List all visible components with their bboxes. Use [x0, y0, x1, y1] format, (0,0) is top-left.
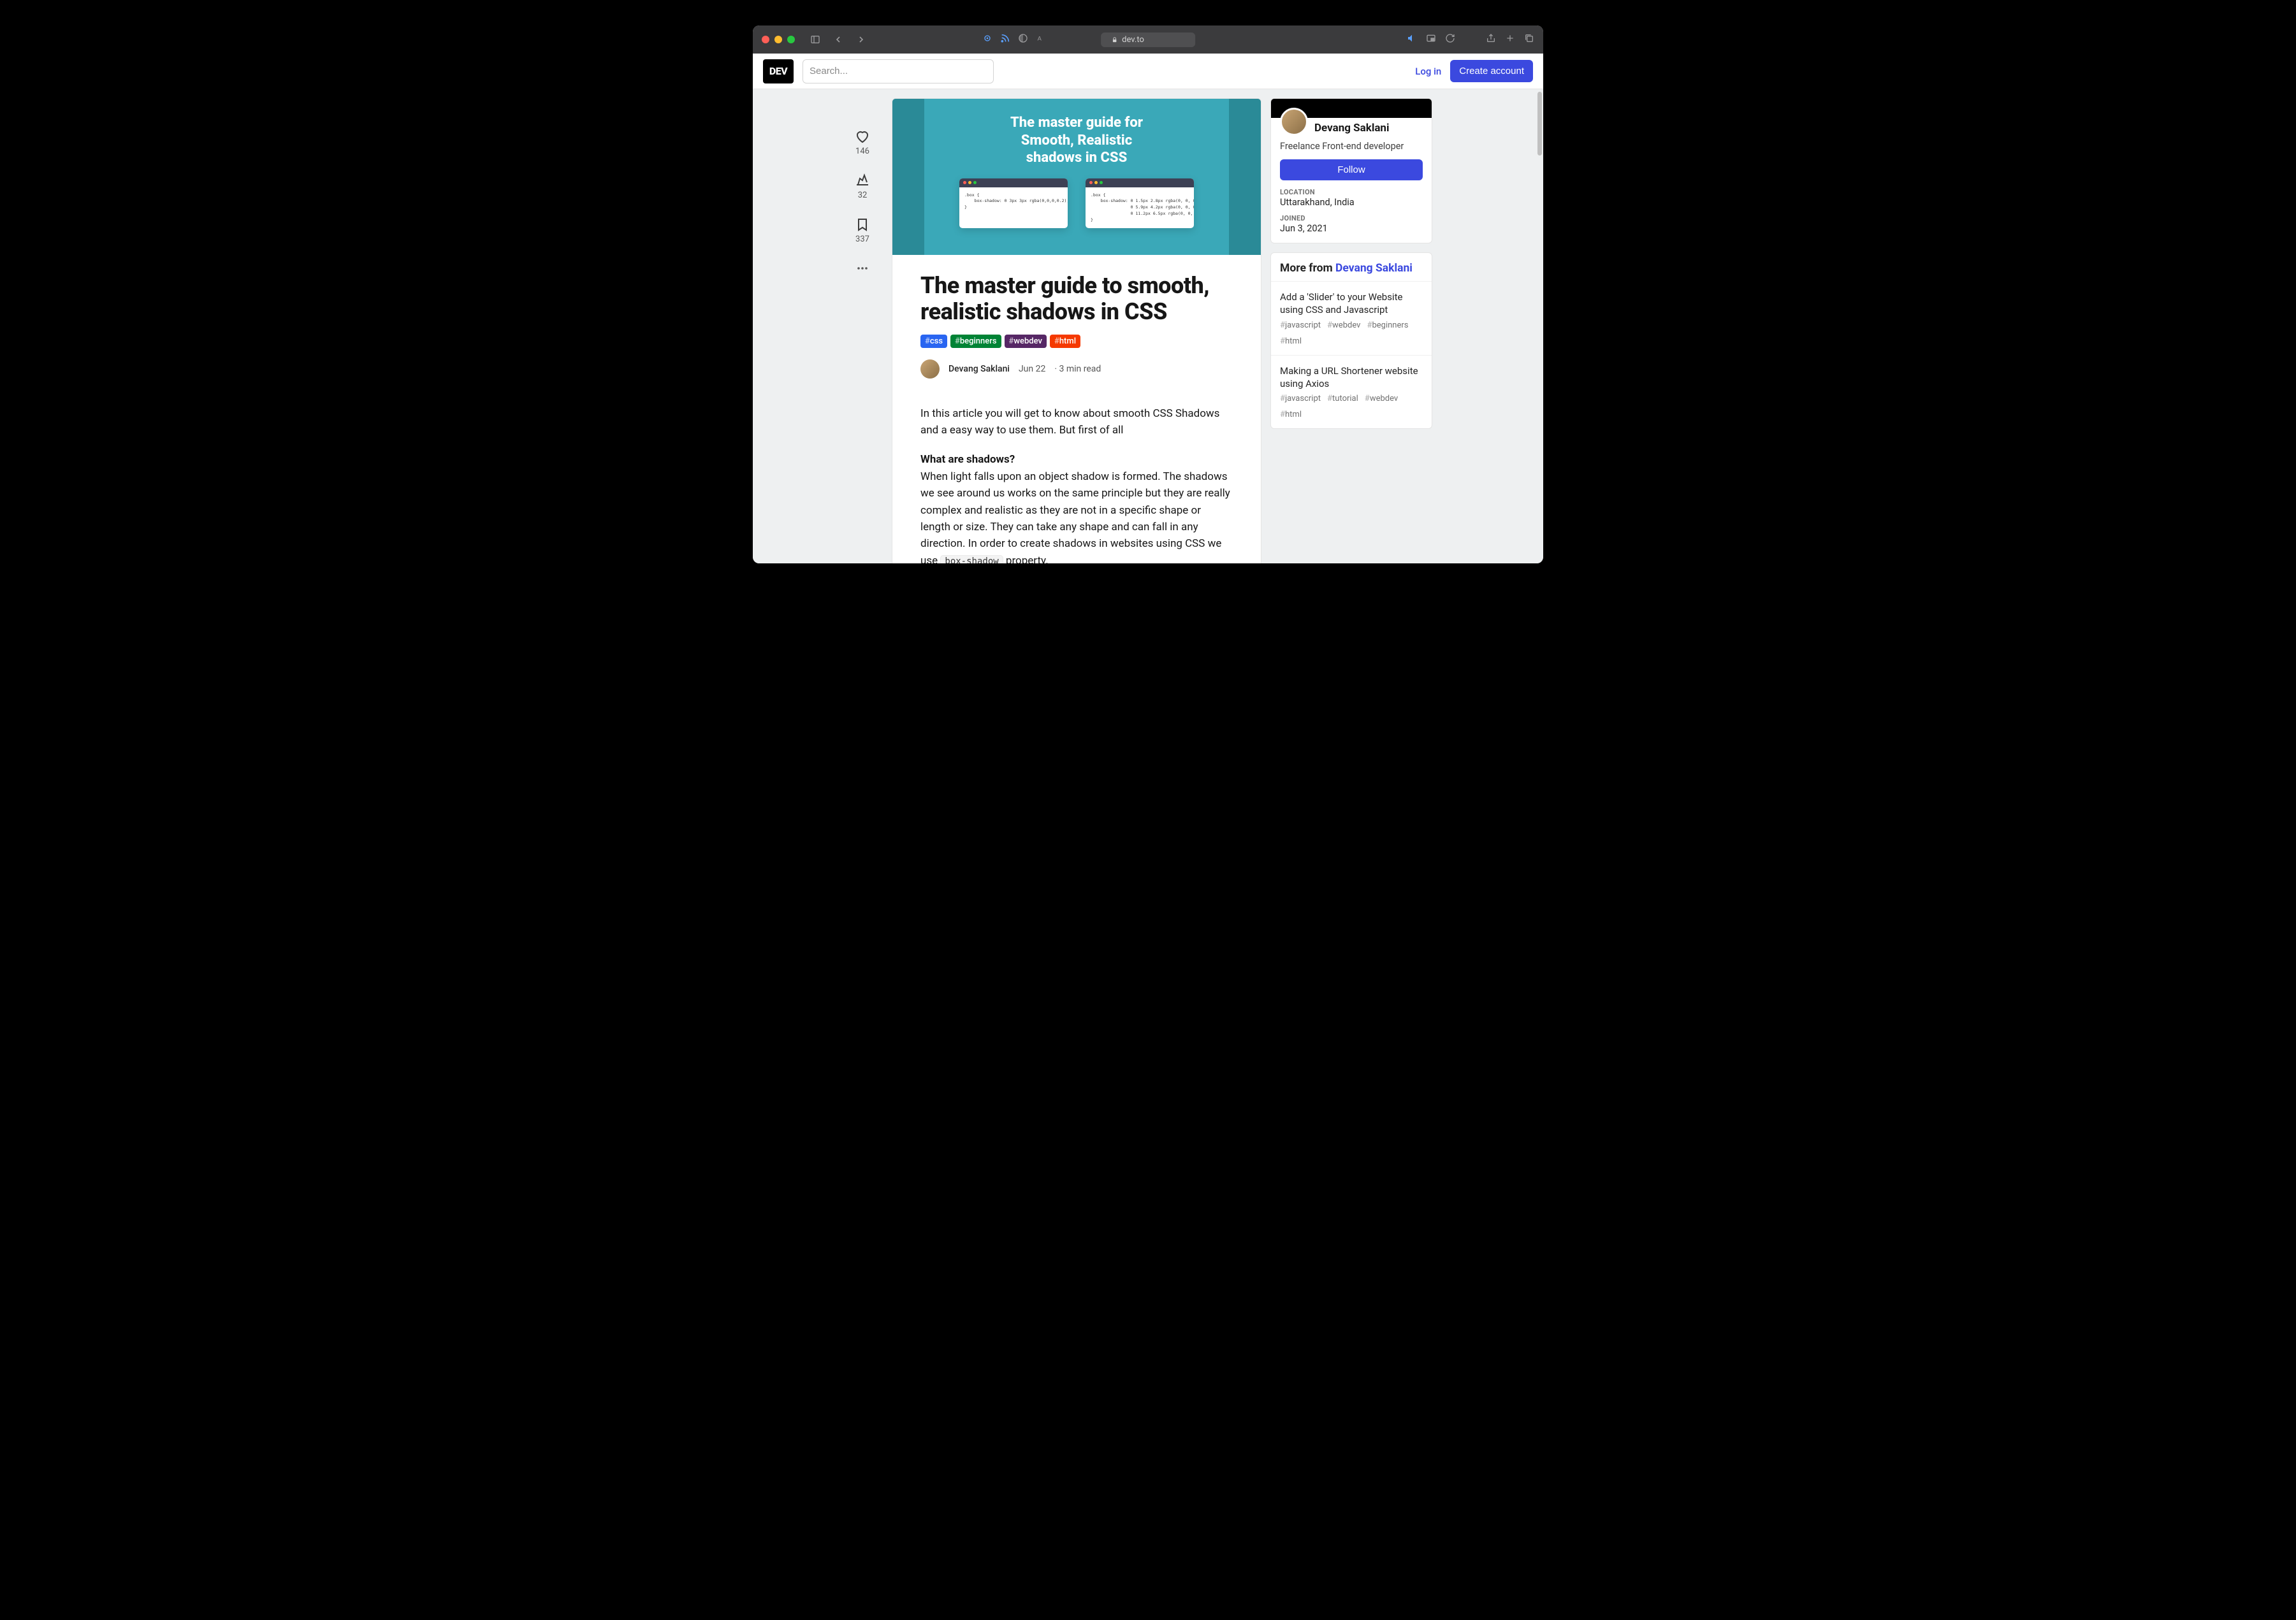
- scrollbar-thumb[interactable]: [1537, 92, 1542, 155]
- back-icon[interactable]: [829, 31, 847, 48]
- cover-code-left: .box { box-shadow: 0 3px 3px rgba(0,0,0,…: [959, 178, 1068, 229]
- bookmark-count: 337: [855, 235, 869, 244]
- sidebar-toggle-icon[interactable]: [806, 31, 824, 48]
- author-bio: Freelance Front-end developer: [1271, 136, 1432, 152]
- follow-button[interactable]: Follow: [1280, 159, 1423, 180]
- more-from-author-link[interactable]: Devang Saklani: [1335, 262, 1413, 275]
- more-button[interactable]: [855, 261, 870, 276]
- site-logo[interactable]: DEV: [763, 59, 794, 83]
- author-card: Devang Saklani Freelance Front-end devel…: [1270, 98, 1432, 243]
- related-post[interactable]: Add a 'Slider' to your Website using CSS…: [1271, 281, 1432, 355]
- close-icon[interactable]: [762, 36, 769, 43]
- author-card-name[interactable]: Devang Saklani: [1314, 122, 1389, 136]
- bookmark-button[interactable]: 337: [855, 217, 870, 244]
- new-tab-icon[interactable]: [1505, 33, 1515, 46]
- create-account-button[interactable]: Create account: [1450, 60, 1533, 82]
- heart-count: 146: [855, 147, 869, 156]
- url-bar[interactable]: dev.to: [1101, 33, 1195, 47]
- url-text: dev.to: [1122, 35, 1144, 45]
- dots-icon: [855, 261, 870, 276]
- login-link[interactable]: Log in: [1415, 66, 1441, 77]
- traffic-lights: [762, 36, 795, 43]
- cover-image: The master guide for Smooth, Realistic s…: [892, 99, 1261, 255]
- rss-icon[interactable]: [1000, 33, 1010, 46]
- read-time: · 3 min read: [1054, 364, 1101, 374]
- author-name[interactable]: Devang Saklani: [948, 364, 1010, 374]
- heart-button[interactable]: 146: [855, 129, 870, 156]
- cover-title: The master guide for Smooth, Realistic s…: [1010, 114, 1143, 167]
- bookmark-icon: [855, 217, 870, 232]
- svg-text:A: A: [1038, 35, 1042, 41]
- reaction-rail: 146 32 337: [842, 98, 883, 563]
- heart-icon: [855, 129, 870, 144]
- minimize-icon[interactable]: [774, 36, 782, 43]
- reload-icon[interactable]: [1445, 33, 1455, 46]
- related-post[interactable]: Making a URL Shortener website using Axi…: [1271, 355, 1432, 429]
- browser-titlebar: A dev.to: [753, 25, 1543, 54]
- tag-css[interactable]: #css: [920, 335, 947, 348]
- author-avatar[interactable]: [920, 359, 940, 379]
- byline: Devang Saklani Jun 22 · 3 min read: [920, 359, 1233, 379]
- publish-date: Jun 22: [1019, 364, 1045, 374]
- browser-window: A dev.to DEV Log in Create account: [753, 25, 1543, 563]
- text-size-icon[interactable]: A: [1036, 33, 1046, 46]
- forward-icon[interactable]: [852, 31, 870, 48]
- share-icon[interactable]: [1486, 33, 1496, 46]
- article-content: In this article you will get to know abo…: [920, 405, 1233, 563]
- tag-list: #css #beginners #webdev #html: [920, 335, 1233, 348]
- intro-paragraph: In this article you will get to know abo…: [920, 405, 1233, 439]
- tabs-icon[interactable]: [1524, 33, 1534, 46]
- mute-icon[interactable]: [1407, 33, 1417, 46]
- article-title: The master guide to smooth, realistic sh…: [920, 273, 1233, 326]
- pip-icon[interactable]: [1426, 33, 1436, 46]
- joined-label: JOINED: [1280, 214, 1423, 222]
- what-paragraph: What are shadows? When light falls upon …: [920, 451, 1233, 563]
- privacy-icon[interactable]: [1018, 33, 1028, 46]
- unicorn-icon: [855, 173, 870, 188]
- page-body: DEV Log in Create account 146 32 337: [753, 54, 1543, 563]
- cover-code-right: .box { box-shadow: 0 1.5px 2.8px rgba(0,…: [1086, 178, 1194, 229]
- search-input[interactable]: [803, 59, 994, 83]
- unicorn-button[interactable]: 32: [855, 173, 870, 200]
- author-card-avatar[interactable]: [1280, 108, 1308, 136]
- more-from-heading: More from Devang Saklani: [1271, 253, 1432, 281]
- site-header: DEV Log in Create account: [753, 54, 1543, 89]
- more-from-card: More from Devang Saklani Add a 'Slider' …: [1270, 252, 1432, 429]
- tag-webdev[interactable]: #webdev: [1005, 335, 1047, 348]
- reader-icon[interactable]: [982, 33, 992, 46]
- unicorn-count: 32: [858, 191, 868, 200]
- fullscreen-icon[interactable]: [787, 36, 795, 43]
- joined-value: Jun 3, 2021: [1280, 223, 1423, 234]
- lock-icon: [1111, 36, 1118, 43]
- tag-html[interactable]: #html: [1050, 335, 1080, 348]
- tag-beginners[interactable]: #beginners: [950, 335, 1001, 348]
- location-value: Uttarakhand, India: [1280, 197, 1423, 208]
- location-label: LOCATION: [1280, 188, 1423, 196]
- article-card: The master guide for Smooth, Realistic s…: [892, 98, 1261, 563]
